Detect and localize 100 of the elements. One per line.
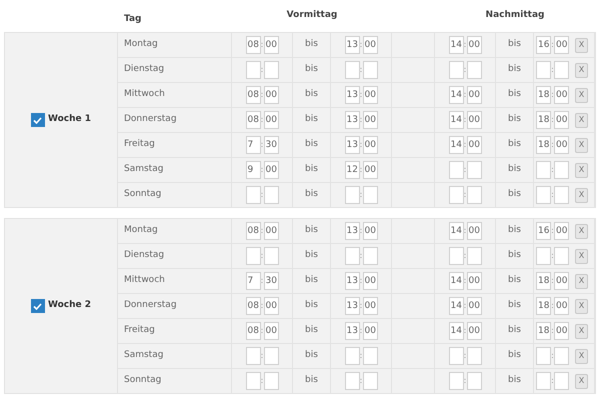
minute-field[interactable]: 00 [362, 86, 378, 104]
until-label: bis [305, 113, 318, 126]
minute-field[interactable]: 00 [554, 297, 569, 315]
clear-button[interactable]: X [575, 38, 588, 52]
minute-field[interactable]: 00 [466, 86, 482, 104]
clear-button[interactable]: X [575, 112, 588, 128]
day-label: Samstag [124, 349, 164, 362]
minute-field[interactable]: 00 [362, 222, 378, 240]
clear-button[interactable]: X [575, 248, 588, 264]
hour-field[interactable]: 14 [448, 136, 464, 154]
time-separator: : [551, 252, 554, 260]
minute-field[interactable]: 00 [466, 322, 482, 340]
until-label: bis [305, 63, 318, 76]
until-label: bis [305, 374, 318, 388]
minute-field[interactable]: 00 [362, 111, 378, 129]
minute-field[interactable]: 00 [554, 136, 569, 154]
minute-field[interactable]: 30 [264, 272, 278, 290]
hour-field[interactable]: 13 [344, 36, 360, 54]
clear-button[interactable]: X [575, 188, 588, 202]
minute-field[interactable]: 00 [554, 222, 569, 240]
minute-field[interactable]: 00 [466, 297, 482, 315]
hour-field[interactable]: 18 [536, 86, 551, 104]
clear-button[interactable]: X [575, 88, 588, 102]
hour-field[interactable]: 08 [246, 111, 260, 129]
minute-field[interactable]: 00 [554, 272, 569, 290]
minute-field[interactable]: 00 [554, 36, 569, 54]
hour-field[interactable]: 13 [344, 86, 360, 104]
time-separator: : [551, 66, 554, 74]
hour-field[interactable]: 14 [448, 111, 464, 129]
minute-field[interactable]: 00 [466, 36, 482, 54]
clear-button[interactable]: X [575, 348, 588, 364]
minute-field[interactable]: 00 [466, 272, 482, 290]
minute-field[interactable]: 00 [264, 322, 278, 340]
hour-field[interactable]: 14 [448, 86, 464, 104]
time-separator: : [260, 377, 264, 385]
minute-field[interactable]: 30 [264, 136, 278, 154]
clear-button[interactable]: X [575, 324, 588, 338]
hour-field[interactable]: 18 [536, 272, 551, 290]
hour-field[interactable]: 18 [536, 111, 551, 129]
minute-field[interactable]: 00 [264, 86, 278, 104]
hour-field[interactable]: 13 [344, 136, 360, 154]
hour-field[interactable]: 9 [246, 161, 260, 179]
hour-field[interactable]: 08 [246, 322, 260, 340]
hour-field[interactable]: 12 [344, 161, 360, 179]
hour-field[interactable]: 13 [344, 111, 360, 129]
hour-field[interactable]: 16 [536, 36, 551, 54]
minute-field[interactable]: 00 [362, 272, 378, 290]
hour-field[interactable]: 13 [344, 222, 360, 240]
time-separator: : [360, 352, 362, 360]
hour-field[interactable]: 13 [344, 297, 360, 315]
hour-field[interactable]: 14 [448, 36, 464, 54]
minute-field[interactable]: 00 [264, 297, 278, 315]
hour-field[interactable]: 08 [246, 86, 260, 104]
minute-field[interactable]: 00 [264, 111, 278, 129]
column-header: Tag [124, 14, 142, 24]
minute-field[interactable]: 00 [362, 297, 378, 315]
hour-field[interactable]: 18 [536, 136, 551, 154]
minute-field[interactable]: 00 [264, 161, 278, 179]
time-separator: : [464, 66, 466, 74]
minute-field[interactable]: 00 [264, 222, 278, 240]
minute-field[interactable]: 00 [362, 322, 378, 340]
clear-button[interactable]: X [575, 274, 588, 288]
minute-field[interactable]: 00 [264, 36, 278, 54]
clear-button[interactable]: X [575, 162, 588, 178]
hour-field[interactable]: 18 [536, 297, 551, 315]
hour-field[interactable]: 18 [536, 322, 551, 340]
hour-field[interactable]: 08 [246, 297, 260, 315]
column-header: Vormittag [286, 9, 338, 22]
minute-field[interactable]: 00 [554, 86, 569, 104]
hour-field[interactable]: 14 [448, 297, 464, 315]
minute-field[interactable]: 00 [466, 111, 482, 129]
clear-button[interactable]: X [575, 298, 588, 314]
minute-field[interactable]: 00 [554, 111, 569, 129]
time-separator: : [360, 302, 362, 310]
hour-field[interactable]: 13 [344, 272, 360, 290]
hour-field[interactable]: 14 [448, 222, 464, 240]
minute-field[interactable]: 00 [466, 222, 482, 240]
until-label: bis [508, 249, 521, 262]
hour-field[interactable]: 7 [246, 136, 260, 154]
hour-field[interactable]: 14 [448, 322, 464, 340]
clear-button[interactable]: X [575, 62, 588, 78]
hour-field[interactable]: 16 [536, 222, 551, 240]
hour-field[interactable]: 7 [246, 272, 260, 290]
hour-field[interactable]: 14 [448, 272, 464, 290]
clear-button[interactable]: X [575, 224, 588, 238]
hour-field[interactable]: 08 [246, 222, 260, 240]
minute-field[interactable]: 00 [362, 136, 378, 154]
hour-field[interactable]: 08 [246, 36, 260, 54]
minute-field[interactable]: 00 [466, 136, 482, 154]
clear-button[interactable]: X [575, 374, 588, 388]
time-separator: : [260, 41, 264, 49]
clear-button[interactable]: X [575, 138, 588, 152]
minute-field[interactable]: 00 [362, 36, 378, 54]
time-separator: : [464, 377, 466, 385]
day-label: Mittwoch [124, 274, 165, 288]
day-label: Freitag [124, 324, 155, 338]
minute-field[interactable]: 00 [554, 322, 569, 340]
hour-field[interactable]: 13 [344, 322, 360, 340]
minute-field[interactable]: 00 [362, 161, 378, 179]
day-label: Freitag [124, 138, 155, 152]
